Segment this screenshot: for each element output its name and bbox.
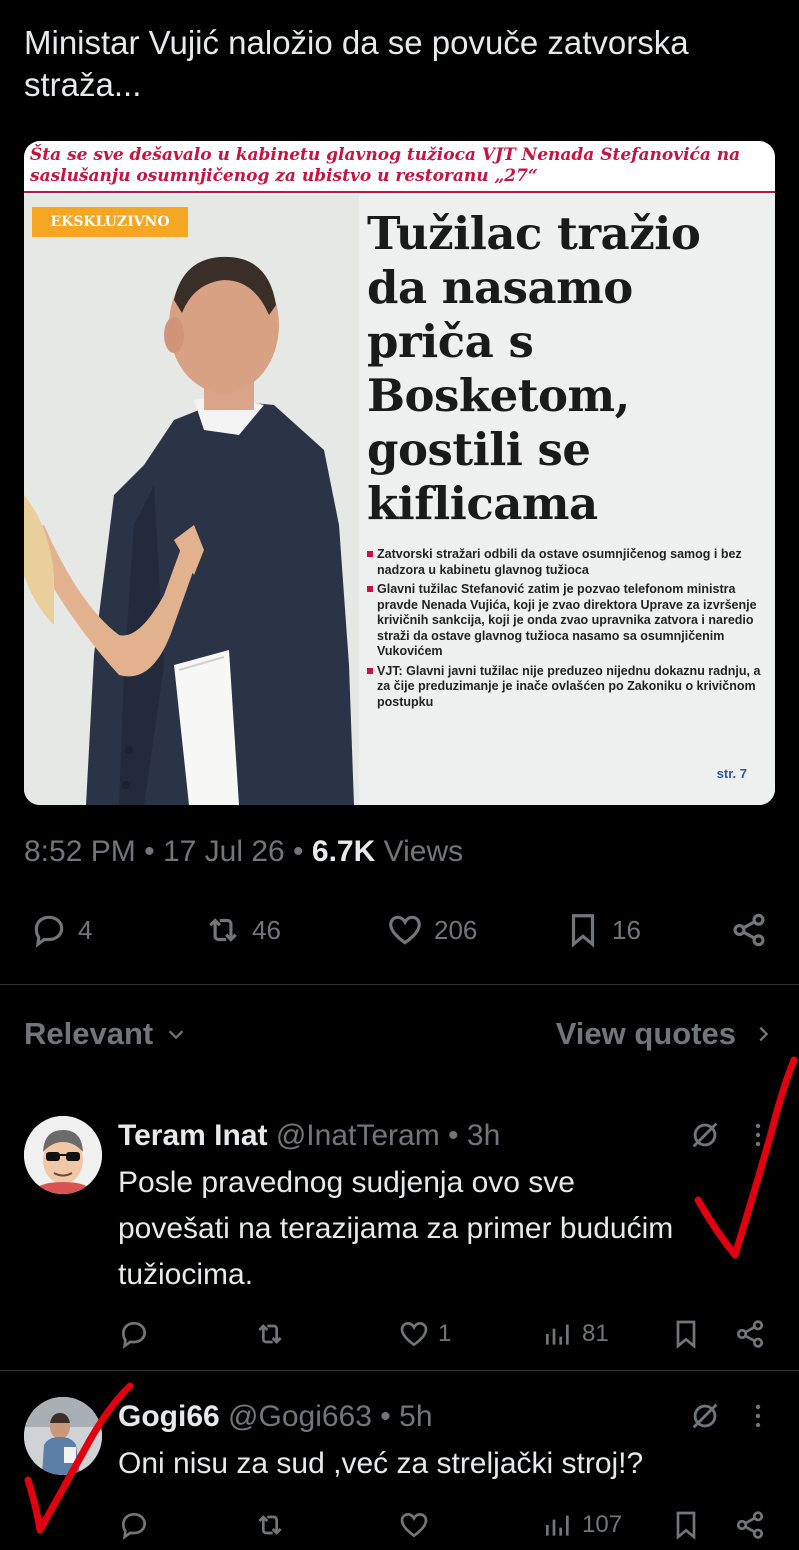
like-count: 206 — [434, 914, 478, 945]
reply-text: Posle pravednog sudjenja ovo sve povešat… — [118, 1166, 674, 1291]
bookmark-count: 16 — [612, 914, 641, 945]
like-button[interactable] — [398, 1505, 430, 1545]
avatar[interactable] — [24, 1116, 102, 1194]
meta-separator: • — [380, 1400, 391, 1433]
reply-text: Oni nisu za sud ,već za streljački stroj… — [118, 1447, 644, 1480]
share-icon — [733, 913, 765, 947]
avatar[interactable] — [24, 1397, 102, 1475]
clipping-photo — [24, 195, 359, 805]
reply-count: 4 — [78, 914, 93, 945]
grok-icon[interactable] — [688, 1399, 722, 1433]
like-count: 1 — [438, 1320, 452, 1347]
heart-icon — [389, 915, 421, 945]
avatar-image — [24, 1116, 102, 1194]
more-options-icon[interactable] — [748, 1120, 768, 1150]
clipping-bullets: Zatvorski stražari odbili da ostave osum… — [367, 547, 762, 714]
repost-icon — [258, 1324, 282, 1344]
bookmark-icon — [676, 1320, 696, 1349]
reply-age: 3h — [466, 1119, 501, 1152]
reply-button[interactable] — [118, 1505, 150, 1545]
clipping-bullet: VJT: Glavni javni tužilac nije preduzeo … — [367, 664, 762, 711]
share-button[interactable] — [730, 905, 768, 955]
reply-item[interactable]: Teram Inat @InatTeram • 3h Posle pravedn… — [0, 1116, 799, 1366]
views-count: 81 — [582, 1320, 609, 1347]
like-button[interactable]: 1 — [398, 1314, 451, 1354]
share-button[interactable] — [734, 1505, 766, 1545]
avatar-image — [24, 1397, 102, 1475]
more-options-icon[interactable] — [748, 1401, 768, 1431]
reply-actions: 107 — [118, 1505, 778, 1545]
views-count: 6.7K — [311, 835, 376, 868]
bookmark-icon — [676, 1511, 696, 1540]
clipping-kicker: Šta se sve dešavalo u kabinetu glavnog t… — [30, 145, 741, 186]
reply-button[interactable] — [118, 1314, 150, 1354]
tweet-image[interactable]: Šta se sve dešavalo u kabinetu glavnog t… — [24, 141, 775, 805]
reply-sort-bar: Relevant View quotes — [24, 1016, 774, 1060]
bullet-square-icon — [367, 586, 373, 592]
exclusive-badge: EKSKLUZIVNO — [32, 207, 188, 237]
reply-header: Teram Inat @InatTeram • 3h — [118, 1116, 500, 1156]
chevron-right-icon — [759, 1026, 769, 1042]
divider — [0, 1370, 799, 1371]
tweet-text: Ministar Vujić naložio da se povuče zatv… — [24, 24, 689, 103]
tweet-meta: 8:52 PM • 17 Jul 26 • 6.7K Views — [24, 832, 463, 872]
repost-icon — [258, 1515, 282, 1535]
reply-actions: 1 81 — [118, 1314, 778, 1354]
bookmark-button[interactable] — [670, 1314, 702, 1354]
divider — [0, 984, 799, 985]
repost-icon — [209, 918, 237, 942]
views-button[interactable]: 107 — [542, 1505, 622, 1545]
share-icon — [736, 1320, 764, 1348]
view-quotes-label: View quotes — [555, 1016, 736, 1051]
repost-count: 46 — [252, 914, 281, 945]
reply-button[interactable]: 4 — [30, 905, 92, 955]
clipping-page-ref: str. 7 — [716, 766, 747, 781]
view-quotes-link[interactable]: View quotes — [556, 1016, 774, 1052]
meta-separator: • — [293, 835, 304, 868]
reply-item[interactable]: Gogi66 @Gogi663 • 5h Oni nisu za sud ,ve… — [0, 1397, 799, 1550]
bookmark-button[interactable]: 16 — [564, 905, 641, 955]
clipping-bullet: Zatvorski stražari odbili da ostave osum… — [367, 547, 762, 578]
reply-age: 5h — [399, 1400, 433, 1433]
repost-button[interactable]: 46 — [204, 905, 281, 955]
bullet-square-icon — [367, 667, 373, 674]
bookmark-button[interactable] — [670, 1505, 702, 1545]
tweet-time[interactable]: 8:52 PM — [24, 835, 136, 868]
reply-header: Gogi66 @Gogi663 • 5h — [118, 1397, 433, 1437]
share-icon — [736, 1511, 764, 1539]
reply-icon — [121, 1512, 147, 1540]
repost-button[interactable] — [254, 1505, 286, 1545]
relevant-dropdown[interactable]: Relevant — [24, 1016, 187, 1052]
meta-separator: • — [448, 1119, 459, 1152]
views-chart-icon — [546, 1324, 569, 1345]
chevron-down-icon — [169, 1030, 184, 1040]
reply-icon — [34, 915, 64, 948]
views-chart-icon — [546, 1515, 569, 1536]
meta-separator: • — [144, 835, 155, 868]
grok-icon[interactable] — [688, 1118, 722, 1152]
reply-author-name[interactable]: Teram Inat — [118, 1119, 268, 1152]
reply-author-handle[interactable]: @Gogi663 — [228, 1400, 372, 1433]
clipping-body: EKSKLUZIVNO Tužilac tražio da nasamo pri… — [24, 195, 775, 805]
share-button[interactable] — [734, 1314, 766, 1354]
views-button[interactable]: 81 — [542, 1314, 609, 1354]
reply-icon — [121, 1321, 147, 1349]
clipping-headline: Tužilac tražio da nasamo priča s Bosketo… — [367, 207, 701, 530]
clipping-bullet: Glavni tužilac Stefanović zatim je pozva… — [367, 582, 762, 660]
heart-icon — [400, 1321, 428, 1347]
relevant-label: Relevant — [24, 1016, 154, 1051]
repost-button[interactable] — [254, 1314, 286, 1354]
heart-icon — [400, 1512, 428, 1538]
clipping-divider — [24, 191, 775, 193]
views-label: Views — [383, 835, 464, 868]
bookmark-icon — [571, 914, 595, 948]
reply-author-handle[interactable]: @InatTeram — [276, 1119, 440, 1152]
bullet-square-icon — [367, 551, 373, 557]
tweet-date[interactable]: 17 Jul 26 — [163, 835, 285, 868]
tweet-actions: 4 46 206 16 — [24, 905, 774, 955]
views-count: 107 — [582, 1511, 623, 1538]
like-button[interactable]: 206 — [386, 905, 477, 955]
reply-author-name[interactable]: Gogi66 — [118, 1400, 220, 1433]
